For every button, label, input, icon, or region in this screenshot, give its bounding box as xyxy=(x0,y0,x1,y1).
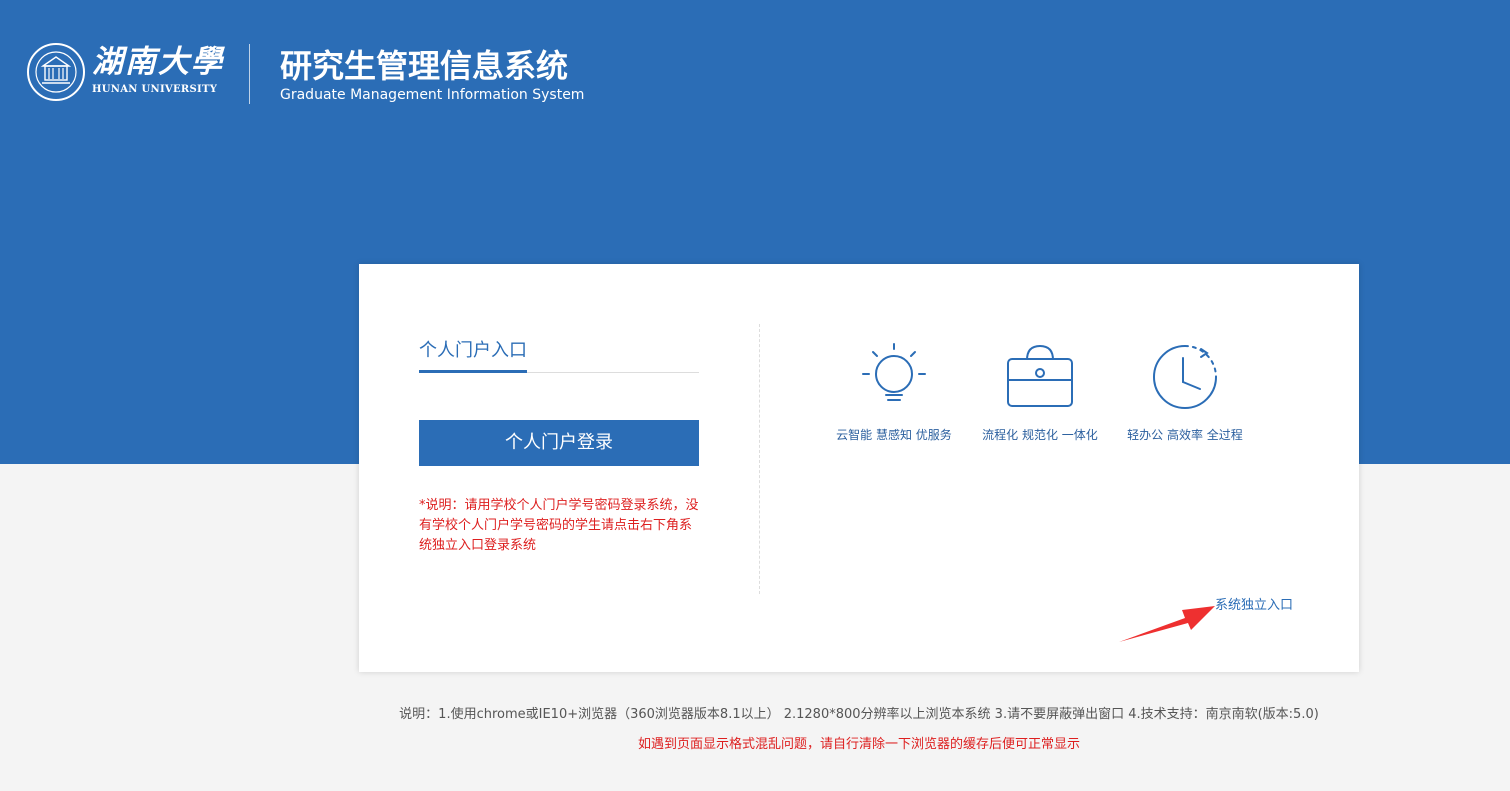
standalone-login-link[interactable]: 系统独立入口 xyxy=(1215,594,1293,613)
tab-personal-portal[interactable]: 个人门户入口 xyxy=(419,336,527,362)
footer-info: 说明：1.使用chrome或IE10+浏览器（360浏览器版本8.1以上） 2.… xyxy=(399,707,1319,722)
feature-caption: 轻办公 高效率 全过程 xyxy=(1127,428,1243,442)
lightbulb-icon xyxy=(862,343,926,401)
feature-caption: 云智能 慧感知 优服务 xyxy=(836,428,952,442)
header-divider xyxy=(249,44,250,104)
card-divider xyxy=(759,324,760,594)
feature-item: 流程化 规范化 一体化 xyxy=(975,342,1105,443)
tab-active-indicator xyxy=(419,370,527,373)
clock-icon xyxy=(1153,345,1217,409)
feature-caption: 流程化 规范化 一体化 xyxy=(982,428,1098,442)
university-logo: 湖南大學 HUNAN UNIVERSITY xyxy=(24,40,224,104)
feature-item: 轻办公 高效率 全过程 xyxy=(1120,342,1250,443)
login-card: 个人门户入口 个人门户登录 *说明：请用学校个人门户学号密码登录系统，没有学校个… xyxy=(359,264,1359,672)
logo-calligraphy: 湖南大學 xyxy=(92,44,224,80)
feature-item: 云智能 慧感知 优服务 xyxy=(829,342,959,443)
system-subtitle: Graduate Management Information System xyxy=(280,87,585,103)
university-seal-icon xyxy=(27,43,85,101)
pointer-arrow-icon xyxy=(1119,606,1215,642)
briefcase-icon xyxy=(1007,344,1073,407)
portal-login-button[interactable]: 个人门户登录 xyxy=(419,420,699,466)
university-name-en: HUNAN UNIVERSITY xyxy=(92,84,218,95)
system-title: 研究生管理信息系统 xyxy=(280,47,569,85)
login-note: *说明：请用学校个人门户学号密码登录系统，没有学校个人门户学号密码的学生请点击右… xyxy=(419,498,699,553)
footer-warning: 如遇到页面显示格式混乱问题，请自行清除一下浏览器的缓存后便可正常显示 xyxy=(637,737,1080,752)
